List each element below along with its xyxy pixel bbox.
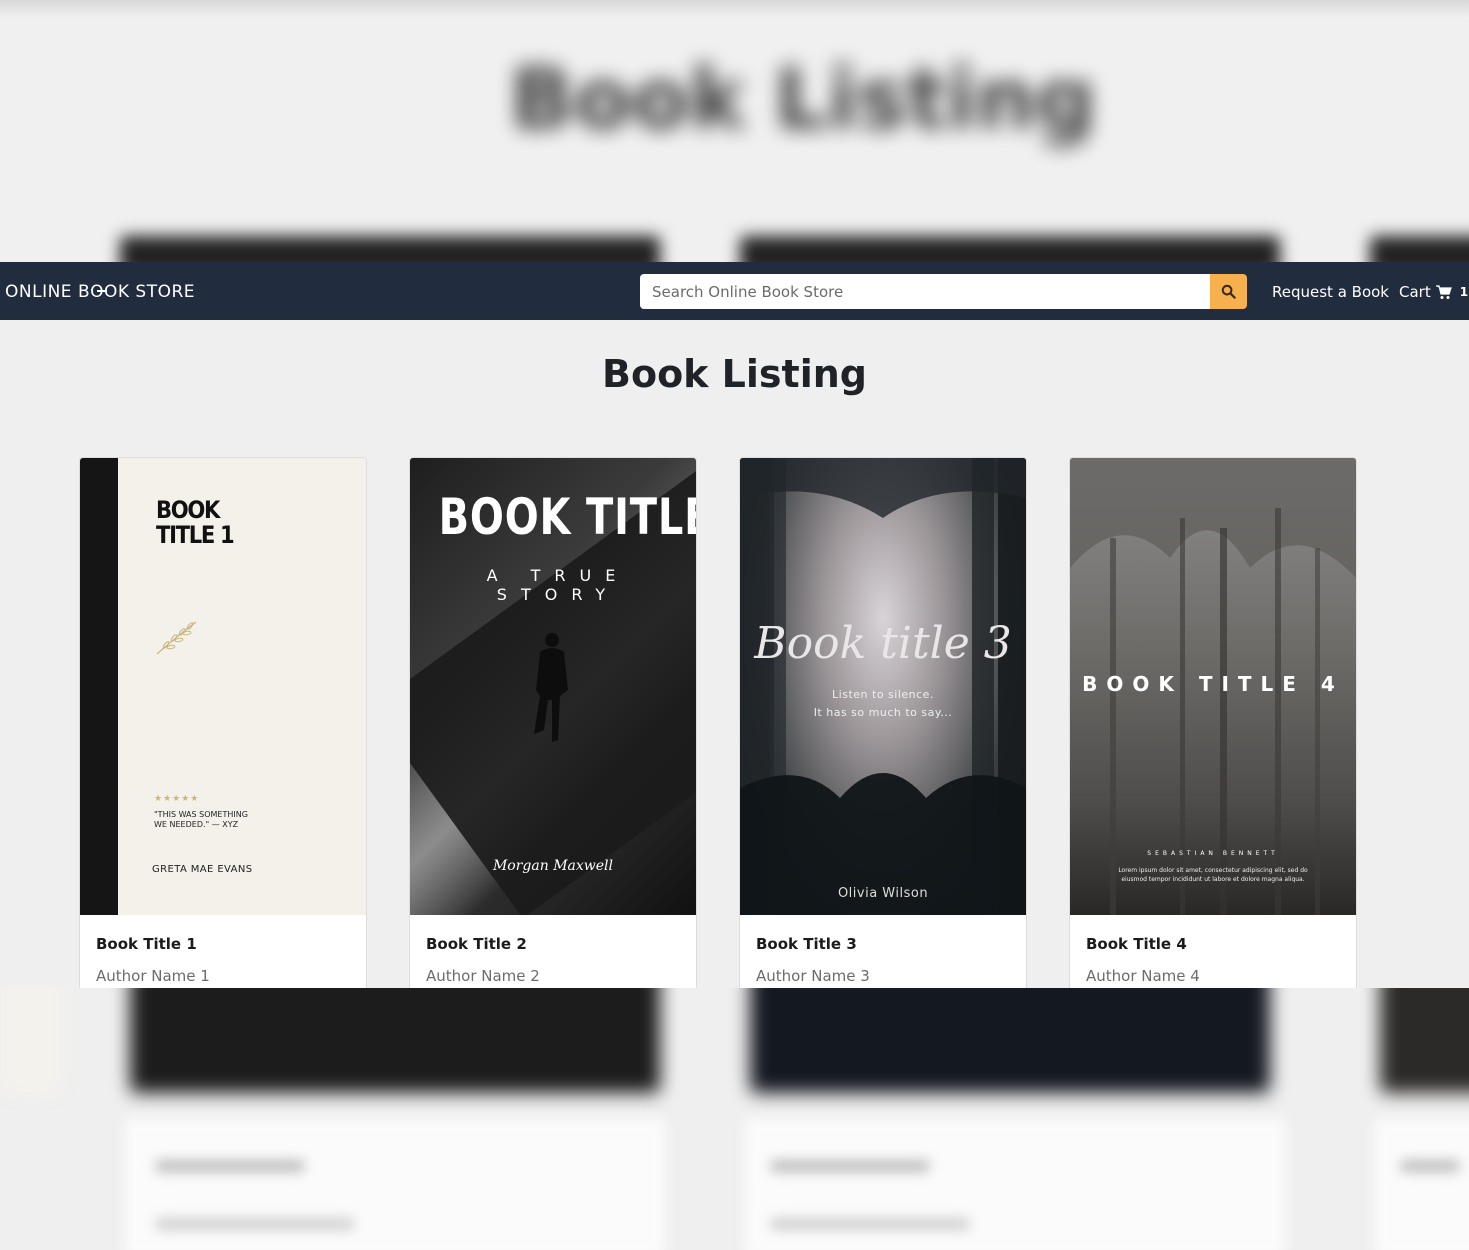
book-cover-image[interactable]: BOOK TITLE 2 A TRUE STORY Morgan Maxwell [410, 458, 696, 915]
cover-spine [80, 458, 118, 915]
cover-title: Book title 3 [754, 618, 1012, 669]
cover-quote-line: WE NEEDED." — XYZ [154, 820, 239, 829]
cart-count-badge: 1 [1459, 285, 1469, 299]
blurred-text [155, 1218, 355, 1230]
page-title: Book Listing [602, 352, 867, 396]
search-bar [640, 274, 1247, 309]
book-author: Author Name 4 [1086, 967, 1200, 985]
blurred-text [770, 1218, 970, 1230]
cover-tagline-line: Listen to silence. [832, 688, 934, 701]
book-author: Author Name 2 [426, 967, 540, 985]
cart-link[interactable]: Cart 1 [1399, 283, 1468, 301]
page: Book Listing ONLINE BOOK STORE Request a… [0, 0, 1469, 1250]
cover-quote-line: "THIS WAS SOMETHING [154, 810, 248, 819]
blurred-text [1400, 1160, 1460, 1172]
search-icon [1221, 284, 1236, 299]
navbar: ONLINE BOOK STORE Request a Book Cart 1 [0, 262, 1469, 320]
book-card[interactable]: BOOK TITLE 1 ★★★★★ "THIS WAS SOMETHING W… [79, 457, 367, 997]
cover-title-line: TITLE 1 [156, 521, 235, 549]
walking-figure-image [534, 633, 568, 742]
top-shade [0, 0, 1469, 18]
blurred-page-title: Book Listing [510, 50, 1096, 148]
blurred-card-body [125, 1118, 665, 1250]
blurred-card-body [1375, 1118, 1469, 1250]
cover-author: GRETA MAE EVANS [152, 864, 253, 875]
cover-title-line: BOOK [156, 496, 220, 524]
brand-logo[interactable]: ONLINE BOOK STORE [5, 282, 195, 302]
brand-part: O [90, 282, 107, 302]
book-cover-image[interactable]: BOOK TITLE 4 SEBASTIAN BENNETT Lorem ips… [1070, 458, 1356, 915]
search-input[interactable] [640, 274, 1210, 309]
book-title[interactable]: Book Title 1 [96, 935, 197, 953]
cover-title: BOOK TITLE 2 [438, 488, 696, 546]
book-title[interactable]: Book Title 4 [1086, 935, 1187, 953]
cover-tagline: Listen to silence. It has so much to say… [740, 686, 1026, 722]
book-card[interactable]: Book title 3 Listen to silence. It has s… [739, 457, 1027, 997]
brand-part: O [90, 282, 104, 302]
cover-title: BOOK TITLE 4 [1082, 672, 1344, 696]
book-cover-image[interactable]: Book title 3 Listen to silence. It has s… [740, 458, 1026, 915]
blurred-cover [130, 988, 660, 1093]
book-author: Author Name 1 [96, 967, 210, 985]
blurred-text [155, 1160, 305, 1172]
blurred-cover [1380, 988, 1469, 1093]
shopping-cart-icon [1435, 284, 1452, 299]
rating-stars: ★★★★★ [154, 794, 200, 804]
book-author: Author Name 3 [756, 967, 870, 985]
cover-signature: Morgan Maxwell [492, 858, 614, 874]
brand-part: OK STORE [104, 282, 196, 302]
book-cover-image[interactable]: BOOK TITLE 1 ★★★★★ "THIS WAS SOMETHING W… [80, 458, 366, 915]
blurred-cover [0, 988, 60, 1093]
brand-part: ONLINE B [5, 282, 91, 302]
blurred-card-body [745, 1118, 1285, 1250]
cover-title: BOOK TITLE 1 [156, 496, 235, 549]
book-title[interactable]: Book Title 2 [426, 935, 527, 953]
cover-quote: "THIS WAS SOMETHING WE NEEDED." — XYZ [154, 810, 248, 830]
book-card[interactable]: BOOK TITLE 4 SEBASTIAN BENNETT Lorem ips… [1069, 457, 1357, 997]
background-blur-bottom [0, 988, 1469, 1250]
cover-blurb: Lorem ipsum dolor sit amet, consectetur … [1100, 866, 1326, 884]
book-card[interactable]: BOOK TITLE 2 A TRUE STORY Morgan Maxwell… [409, 457, 697, 997]
background-blur-top: Book Listing [0, 0, 1469, 262]
cover-blurb-line: eiusmod tempor incididunt ut labore et d… [1121, 876, 1305, 883]
search-button[interactable] [1210, 274, 1247, 309]
cart-label: Cart [1399, 283, 1431, 301]
blurred-text [770, 1160, 930, 1172]
cover-author: SEBASTIAN BENNETT [1147, 850, 1279, 857]
blurred-cover [750, 988, 1270, 1093]
blurred-card [120, 236, 660, 262]
book-title[interactable]: Book Title 3 [756, 935, 857, 953]
leaf-sprig-icon [156, 621, 197, 655]
cover-blurb-line: Lorem ipsum dolor sit amet, consectetur … [1118, 867, 1308, 874]
cover-subtitle: A TRUE STORY [486, 566, 630, 604]
cover-tagline-line: It has so much to say... [813, 706, 953, 719]
blurred-card [1370, 236, 1469, 262]
blurred-card [740, 236, 1280, 262]
request-book-link[interactable]: Request a Book [1272, 283, 1389, 301]
cover-author: Olivia Wilson [837, 886, 929, 901]
